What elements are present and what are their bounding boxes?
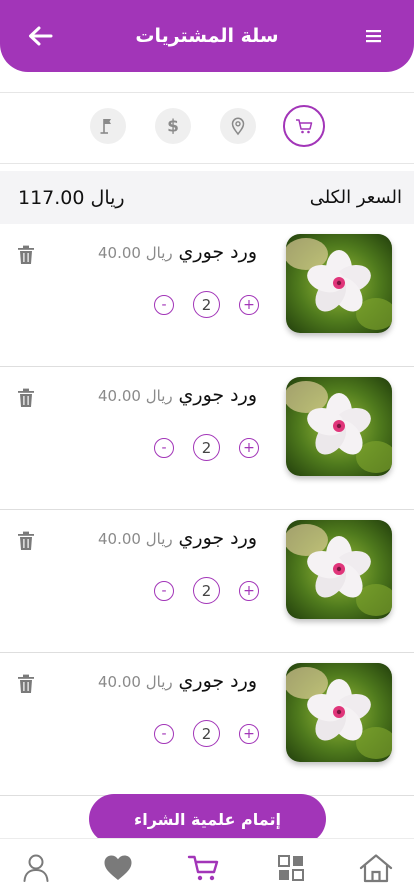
back-button[interactable] <box>24 20 56 52</box>
page-title: سلة المشتريات <box>135 25 279 47</box>
product-name: ورد جوري <box>178 241 257 263</box>
trash-icon[interactable] <box>17 388 35 408</box>
divider <box>0 92 414 93</box>
dollar-icon: $ <box>167 117 179 137</box>
nav-categories[interactable] <box>273 851 309 885</box>
svg-text:$: $ <box>167 117 179 137</box>
product-image[interactable] <box>286 234 392 333</box>
nav-cart[interactable] <box>186 851 222 885</box>
increase-quantity-button[interactable]: + <box>239 581 259 601</box>
product-price: 40.00 ريال <box>98 387 173 405</box>
step-cart[interactable] <box>283 105 325 147</box>
heart-icon <box>104 855 132 880</box>
cart-item: ورد جوري 40.00 ريال + 2 - <box>0 510 414 653</box>
cart-page: سلة المشتريات $ 117.00 ريال السعر الكلى … <box>0 0 414 896</box>
checkout-button[interactable]: إتمام علمية الشراء <box>89 794 326 844</box>
bottom-navigation <box>0 838 414 896</box>
total-price-bar: 117.00 ريال السعر الكلى <box>0 171 414 224</box>
increase-quantity-button[interactable]: + <box>239 295 259 315</box>
quantity-value: 2 <box>193 291 220 318</box>
flower-image <box>286 663 392 762</box>
app-header: سلة المشتريات <box>0 0 414 72</box>
flower-image <box>286 520 392 619</box>
step-location[interactable] <box>220 108 256 144</box>
cart-icon <box>187 855 219 881</box>
total-amount: 117.00 ريال <box>18 186 125 209</box>
increase-quantity-button[interactable]: + <box>239 438 259 458</box>
product-image[interactable] <box>286 520 392 619</box>
increase-quantity-button[interactable]: + <box>239 724 259 744</box>
decrease-quantity-button[interactable]: - <box>154 581 174 601</box>
flower-image <box>286 234 392 333</box>
trash-icon[interactable] <box>17 531 35 551</box>
product-name: ورد جوري <box>178 527 257 549</box>
nav-favorites[interactable] <box>100 851 136 885</box>
product-price: 40.00 ريال <box>98 244 173 262</box>
hamburger-menu-icon <box>365 30 381 43</box>
product-image[interactable] <box>286 663 392 762</box>
decrease-quantity-button[interactable]: - <box>154 724 174 744</box>
quantity-value: 2 <box>193 577 220 604</box>
location-pin-icon <box>231 117 245 136</box>
cart-icon <box>296 119 313 134</box>
nav-profile[interactable] <box>18 851 54 885</box>
product-price: 40.00 ريال <box>98 530 173 548</box>
product-name: ورد جوري <box>178 670 257 692</box>
step-finish[interactable] <box>90 108 126 144</box>
total-label: السعر الكلى <box>309 187 402 208</box>
product-name: ورد جوري <box>178 384 257 406</box>
product-price: 40.00 ريال <box>98 673 173 691</box>
step-payment[interactable]: $ <box>155 108 191 144</box>
cart-item: ورد جوري 40.00 ريال + 2 - <box>0 653 414 796</box>
grid-icon <box>278 855 304 881</box>
decrease-quantity-button[interactable]: - <box>154 295 174 315</box>
cart-item: ورد جوري 40.00 ريال + 2 - <box>0 224 414 367</box>
flower-image <box>286 377 392 476</box>
quantity-value: 2 <box>193 720 220 747</box>
menu-button[interactable] <box>358 20 390 52</box>
quantity-value: 2 <box>193 434 220 461</box>
trash-icon[interactable] <box>17 674 35 694</box>
product-image[interactable] <box>286 377 392 476</box>
trash-icon[interactable] <box>17 245 35 265</box>
divider <box>0 163 414 164</box>
decrease-quantity-button[interactable]: - <box>154 438 174 458</box>
nav-home[interactable] <box>358 851 394 885</box>
user-icon <box>23 854 49 882</box>
checkout-steps: $ <box>0 105 414 148</box>
home-icon <box>359 854 393 883</box>
flag-icon <box>100 119 111 134</box>
cart-item: ورد جوري 40.00 ريال + 2 - <box>0 367 414 510</box>
arrow-left-icon <box>29 26 53 46</box>
